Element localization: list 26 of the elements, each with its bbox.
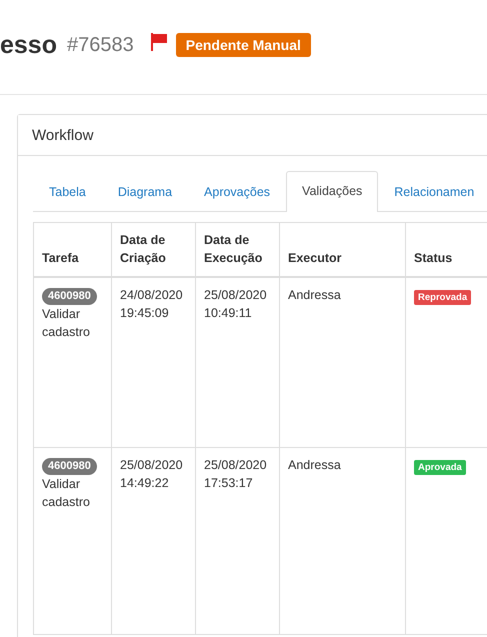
task-name: Validar cadastro [42,476,90,509]
executor-name: Andressa [288,288,341,302]
creation-date: 25/08/2020 14:49:22 [120,458,183,490]
panel-title: Workflow [32,126,94,144]
page-title: esso [0,30,57,60]
status-label: Aprovada [414,460,466,474]
task-id-badge: 4600980 [42,288,97,305]
tab[interactable]: Diagrama [102,172,188,212]
tab[interactable]: Validações [286,171,378,212]
executor-name: Andressa [288,458,341,472]
tab[interactable]: Relacionamen [378,172,487,212]
tab[interactable]: Aprovações [188,172,286,212]
task-name: Validar cadastro [42,307,90,340]
status-label: Reprovada [414,290,472,305]
task-id-badge: 4600980 [42,458,97,474]
column-header: Data de Criação [120,233,166,264]
column-header: Tarefa [42,250,79,264]
column-header: Status [414,250,452,264]
execution-date: 25/08/2020 10:49:11 [204,288,267,320]
process-number: #76583 [66,34,134,56]
creation-date: 24/08/2020 19:45:09 [120,288,183,320]
execution-date: 25/08/2020 17:53:17 [204,458,267,490]
column-header: Data de Execução [204,233,262,264]
tab[interactable]: Tabela [33,172,102,212]
status-badge: Pendente Manual [176,33,311,57]
column-header: Executor [288,250,342,264]
